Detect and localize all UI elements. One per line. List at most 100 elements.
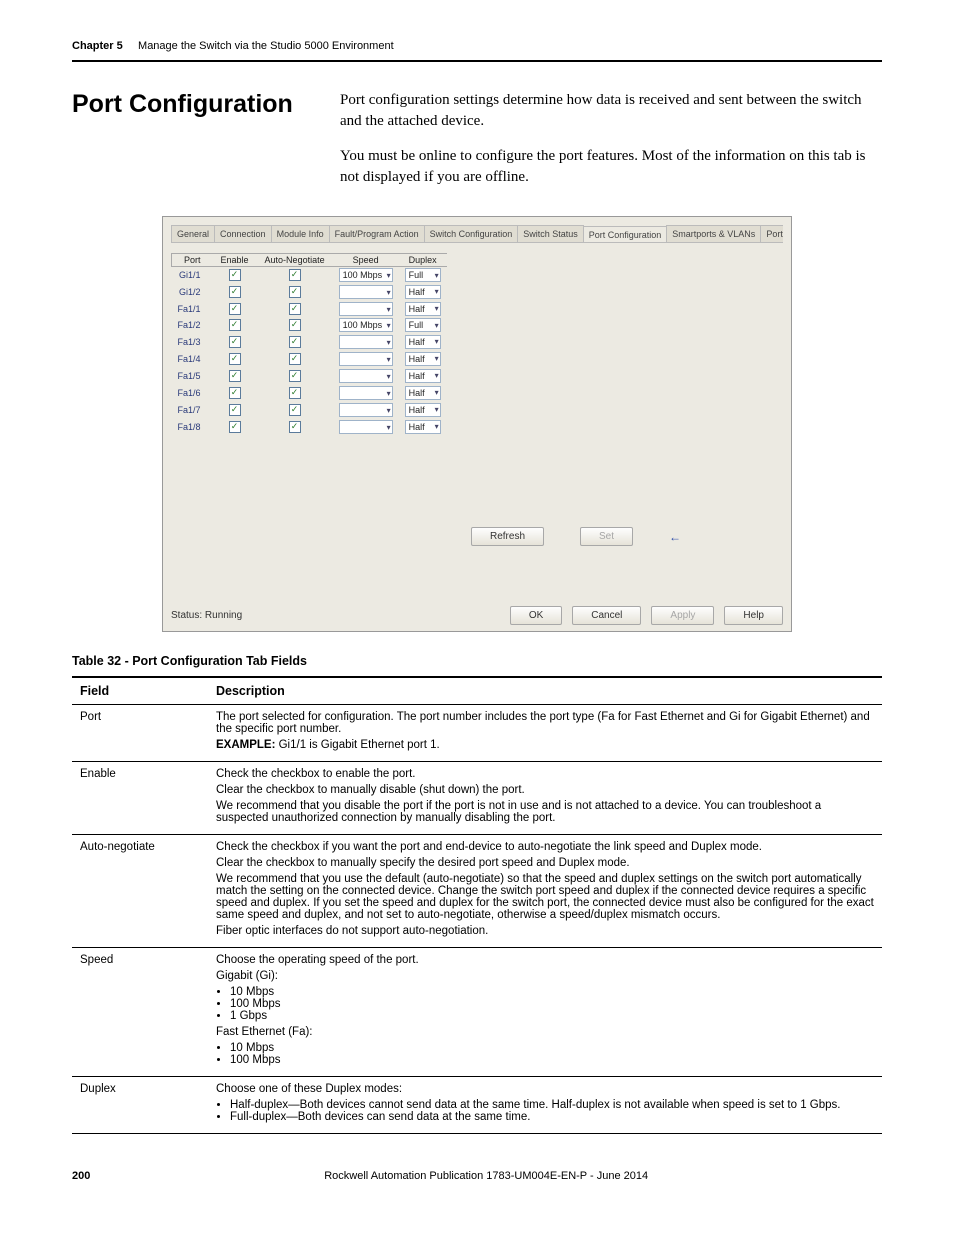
duplex-select[interactable]: Half▾ bbox=[405, 386, 441, 400]
enable-checkbox[interactable]: ✓ bbox=[229, 319, 241, 331]
tab-general[interactable]: General bbox=[171, 225, 215, 242]
status-label: Status: Running bbox=[171, 610, 242, 621]
duplex-select[interactable]: Half▾ bbox=[405, 302, 441, 316]
tab-connection[interactable]: Connection bbox=[214, 225, 272, 242]
chevron-down-icon: ▾ bbox=[435, 321, 439, 330]
port-id: Gi1/1 bbox=[172, 267, 213, 284]
port-id: Fa1/1 bbox=[172, 300, 213, 317]
page-footer: 200 Rockwell Automation Publication 1783… bbox=[72, 1170, 882, 1182]
duplex-select[interactable]: Half▾ bbox=[405, 403, 441, 417]
auto-checkbox[interactable]: ✓ bbox=[289, 303, 301, 315]
auto-checkbox[interactable]: ✓ bbox=[289, 286, 301, 298]
field-enable: Enable bbox=[72, 762, 208, 835]
auto-checkbox[interactable]: ✓ bbox=[289, 404, 301, 416]
duplex-select[interactable]: Half▾ bbox=[405, 335, 441, 349]
col-port: Port bbox=[172, 254, 213, 267]
chevron-down-icon: ▾ bbox=[387, 338, 391, 347]
back-arrow-icon[interactable]: ← bbox=[669, 530, 681, 544]
duplex-select[interactable]: Half▾ bbox=[405, 369, 441, 383]
tab-port-config[interactable]: Port Configuration bbox=[583, 226, 668, 243]
speed-select[interactable]: ▾ bbox=[339, 420, 393, 434]
port-id: Fa1/4 bbox=[172, 350, 213, 367]
table-row: Fa1/4 ✓ ✓ ▾ Half▾ bbox=[172, 350, 447, 367]
th-field: Field bbox=[72, 677, 208, 705]
page-number: 200 bbox=[72, 1170, 90, 1182]
table-row: Fa1/7✓✓▾Half▾ bbox=[172, 401, 447, 418]
apply-button[interactable]: Apply bbox=[651, 606, 714, 625]
speed-select[interactable]: ▾ bbox=[339, 403, 393, 417]
table-row: Gi1/2✓✓▾Half▾ bbox=[172, 283, 447, 300]
auto-checkbox[interactable]: ✓ bbox=[289, 336, 301, 348]
tab-thresholds[interactable]: Port Thresholds bbox=[760, 225, 783, 242]
port-id: Fa1/3 bbox=[172, 333, 213, 350]
chevron-down-icon: ▾ bbox=[435, 422, 439, 431]
tab-switch-config[interactable]: Switch Configuration bbox=[424, 225, 519, 242]
speed-select[interactable]: 100 Mbps▾ bbox=[339, 268, 393, 282]
set-button[interactable]: Set bbox=[580, 527, 633, 546]
field-duplex: Duplex bbox=[72, 1077, 208, 1134]
tab-switch-status[interactable]: Switch Status bbox=[517, 225, 584, 242]
col-enable: Enable bbox=[213, 254, 257, 267]
tab-smartports[interactable]: Smartports & VLANs bbox=[666, 225, 761, 242]
chevron-down-icon: ▾ bbox=[387, 305, 391, 314]
table-row: Fa1/2 ✓ ✓ 100 Mbps▾ Full▾ bbox=[172, 317, 447, 333]
table-caption: Table 32 - Port Configuration Tab Fields bbox=[72, 654, 882, 668]
speed-select[interactable]: ▾ bbox=[339, 302, 393, 316]
chapter-label: Chapter 5 bbox=[72, 40, 123, 52]
enable-checkbox[interactable]: ✓ bbox=[229, 336, 241, 348]
table-row: Fa1/5✓✓▾Half▾ bbox=[172, 367, 447, 384]
duplex-select[interactable]: Full▾ bbox=[405, 268, 441, 282]
intro-p2: You must be online to configure the port… bbox=[340, 146, 882, 188]
enable-checkbox[interactable]: ✓ bbox=[229, 286, 241, 298]
auto-checkbox[interactable]: ✓ bbox=[289, 387, 301, 399]
chevron-down-icon: ▾ bbox=[435, 405, 439, 414]
enable-checkbox[interactable]: ✓ bbox=[229, 421, 241, 433]
tab-module-info[interactable]: Module Info bbox=[271, 225, 330, 242]
cancel-button[interactable]: Cancel bbox=[572, 606, 641, 625]
help-button[interactable]: Help bbox=[724, 606, 783, 625]
enable-checkbox[interactable]: ✓ bbox=[229, 387, 241, 399]
duplex-select[interactable]: Half▾ bbox=[405, 285, 441, 299]
ok-button[interactable]: OK bbox=[510, 606, 562, 625]
tab-fault-program[interactable]: Fault/Program Action bbox=[329, 225, 425, 242]
port-id: Fa1/7 bbox=[172, 401, 213, 418]
table-row: Fa1/6 ✓ ✓ ▾ Half▾ bbox=[172, 384, 447, 401]
speed-select[interactable]: ▾ bbox=[339, 386, 393, 400]
speed-select[interactable]: ▾ bbox=[339, 285, 393, 299]
port-config-dialog: General Connection Module Info Fault/Pro… bbox=[162, 216, 792, 632]
intro-p1: Port configuration settings determine ho… bbox=[340, 90, 882, 132]
refresh-button[interactable]: Refresh bbox=[471, 527, 544, 546]
auto-checkbox[interactable]: ✓ bbox=[289, 421, 301, 433]
port-id: Fa1/2 bbox=[172, 317, 213, 333]
col-duplex: Duplex bbox=[399, 254, 447, 267]
chevron-down-icon: ▾ bbox=[387, 288, 391, 297]
enable-checkbox[interactable]: ✓ bbox=[229, 404, 241, 416]
duplex-select[interactable]: Half▾ bbox=[405, 420, 441, 434]
col-auto: Auto-Negotiate bbox=[257, 254, 333, 267]
chevron-down-icon: ▾ bbox=[435, 271, 439, 280]
speed-select[interactable]: ▾ bbox=[339, 369, 393, 383]
enable-checkbox[interactable]: ✓ bbox=[229, 303, 241, 315]
speed-select[interactable]: ▾ bbox=[339, 335, 393, 349]
auto-checkbox[interactable]: ✓ bbox=[289, 269, 301, 281]
enable-checkbox[interactable]: ✓ bbox=[229, 269, 241, 281]
duplex-select[interactable]: Half▾ bbox=[405, 352, 441, 366]
col-speed: Speed bbox=[333, 254, 399, 267]
fields-table: Field Description Port The port selected… bbox=[72, 676, 882, 1134]
table-row: Gi1/1 ✓ ✓ 100 Mbps▾ Full▾ bbox=[172, 267, 447, 284]
chevron-down-icon: ▾ bbox=[387, 389, 391, 398]
chevron-down-icon: ▾ bbox=[387, 406, 391, 415]
row-duplex: Duplex Choose one of these Duplex modes:… bbox=[72, 1077, 882, 1134]
enable-checkbox[interactable]: ✓ bbox=[229, 370, 241, 382]
table-row: Fa1/1✓✓▾Half▾ bbox=[172, 300, 447, 317]
enable-checkbox[interactable]: ✓ bbox=[229, 353, 241, 365]
chevron-down-icon: ▾ bbox=[435, 337, 439, 346]
speed-select[interactable]: ▾ bbox=[339, 352, 393, 366]
auto-checkbox[interactable]: ✓ bbox=[289, 319, 301, 331]
auto-checkbox[interactable]: ✓ bbox=[289, 353, 301, 365]
speed-select[interactable]: 100 Mbps▾ bbox=[339, 318, 393, 332]
auto-checkbox[interactable]: ✓ bbox=[289, 370, 301, 382]
port-id: Fa1/6 bbox=[172, 384, 213, 401]
chevron-down-icon: ▾ bbox=[435, 304, 439, 313]
duplex-select[interactable]: Full▾ bbox=[405, 318, 441, 332]
